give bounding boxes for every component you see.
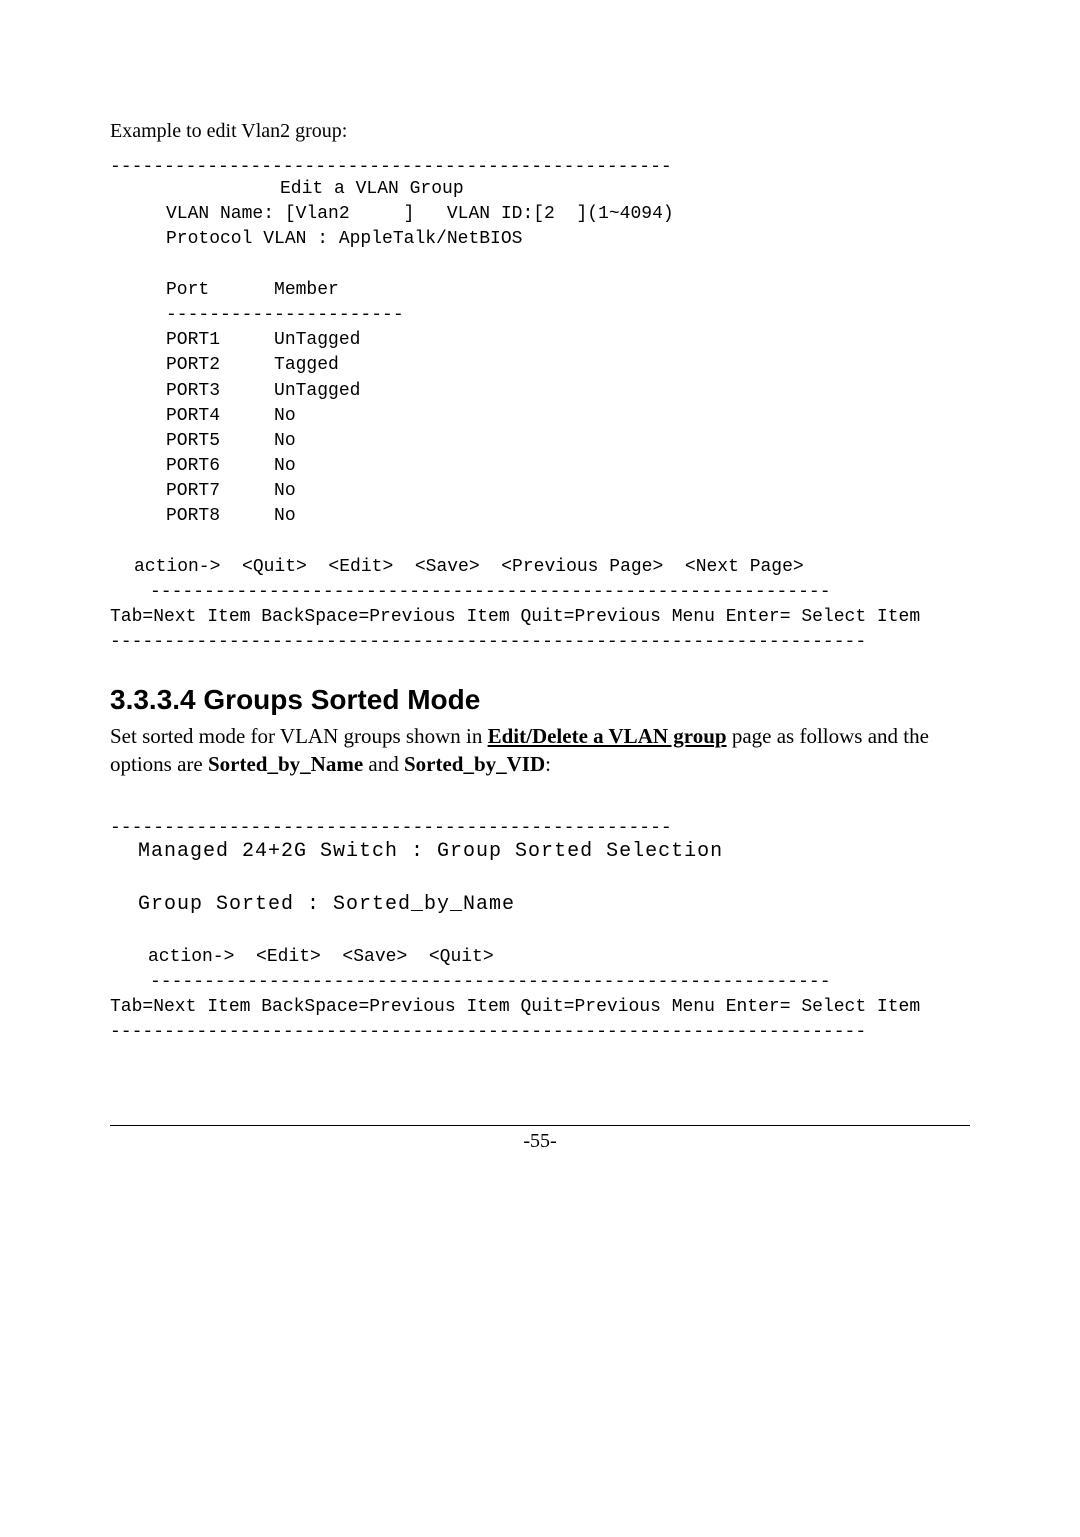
section-paragraph: Set sorted mode for VLAN groups shown in… [110,722,970,779]
para-ul-link: Edit/Delete a VLAN group [488,724,727,748]
block1-title: Edit a VLAN Group [110,177,970,202]
block2-top-dashes: ----------------------------------------… [110,818,970,838]
table-row: PORT6 No [110,454,970,479]
table-row: PORT5 No [110,429,970,454]
block1-inner-dash: ----------------------------------------… [110,580,970,605]
intro-text: Example to edit Vlan2 group: [110,120,970,143]
para-bold1: Sorted_by_Name [208,752,363,776]
group-sorted-line: Group Sorted : Sorted_by_Name [110,891,970,919]
section-heading: 3.3.3.4 Groups Sorted Mode [110,684,970,716]
para-mid: and [363,752,404,776]
table-row: PORT3 UnTagged [110,379,970,404]
block1-bottom-dash: ----------------------------------------… [110,630,970,655]
table-row: PORT2 Tagged [110,353,970,378]
table-row: PORT8 No [110,504,970,529]
protocol-vlan-line: Protocol VLAN : AppleTalk/NetBIOS [110,227,970,252]
port-table-dash: ---------------------- [110,303,970,328]
block2-action-line: action-> <Edit> <Save> <Quit> [110,945,970,970]
table-row: PORT7 No [110,479,970,504]
page-number: -55- [110,1125,970,1153]
port-table-header: Port Member [110,278,970,303]
block1-help-line: Tab=Next Item BackSpace=Previous Item Qu… [110,605,970,630]
table-row: PORT4 No [110,404,970,429]
block2-help-line: Tab=Next Item BackSpace=Previous Item Qu… [110,995,970,1020]
block2-inner-dash: ----------------------------------------… [110,970,970,995]
block1-action-line: action-> <Quit> <Edit> <Save> <Previous … [110,555,970,580]
vlan-name-id-line: VLAN Name: [Vlan2 ] VLAN ID:[2 ](1~4094) [110,202,970,227]
para-part1: Set sorted mode for VLAN groups shown in [110,724,488,748]
block2-bottom-dash: ----------------------------------------… [110,1020,970,1045]
para-bold2: Sorted_by_VID [404,752,545,776]
table-row: PORT1 UnTagged [110,328,970,353]
block2-title-line: Managed 24+2G Switch : Group Sorted Sele… [110,838,970,866]
para-end: : [545,752,551,776]
block1-top-dashes: ----------------------------------------… [110,157,970,177]
